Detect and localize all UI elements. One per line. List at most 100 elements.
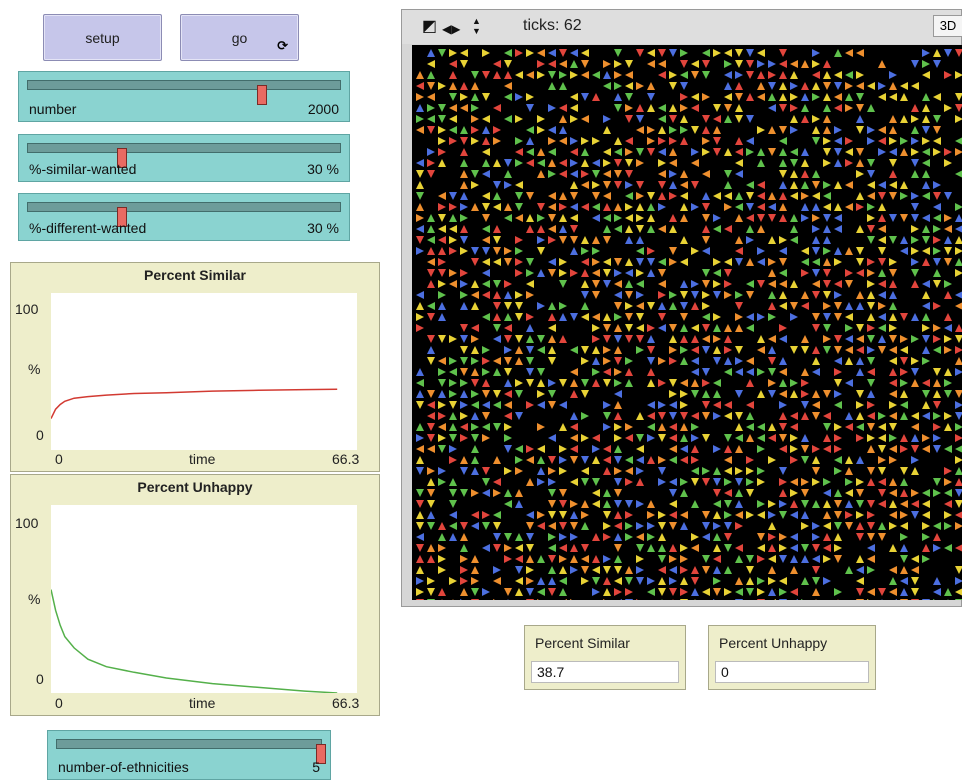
turtle bbox=[592, 445, 600, 453]
turtle bbox=[691, 412, 699, 420]
3d-button[interactable]: 3D bbox=[933, 15, 962, 37]
similar-wanted-slider[interactable]: %-similar-wanted 30 % bbox=[18, 134, 350, 182]
turtle bbox=[812, 346, 820, 354]
turtle bbox=[416, 401, 424, 409]
left-right-arrows-icon[interactable]: ◀▶ bbox=[442, 21, 460, 37]
turtle bbox=[581, 60, 589, 68]
turtle bbox=[669, 390, 677, 398]
turtle bbox=[647, 137, 655, 145]
turtle bbox=[460, 390, 468, 398]
turtle bbox=[427, 346, 435, 354]
turtle bbox=[768, 566, 776, 574]
slider-track[interactable] bbox=[27, 202, 341, 227]
turtle bbox=[823, 555, 831, 563]
turtle bbox=[713, 126, 721, 134]
turtle bbox=[757, 280, 765, 288]
turtle bbox=[548, 137, 556, 145]
turtle bbox=[889, 324, 897, 332]
turtle bbox=[944, 148, 952, 156]
turtle bbox=[614, 467, 622, 475]
turtle bbox=[790, 71, 798, 79]
turtle bbox=[724, 368, 732, 376]
turtle bbox=[427, 467, 435, 475]
turtle bbox=[900, 247, 908, 255]
turtle bbox=[680, 291, 688, 299]
turtle bbox=[680, 126, 688, 134]
turtle bbox=[438, 126, 446, 134]
turtle bbox=[757, 214, 765, 222]
up-down-arrows-icon[interactable]: ▲▼ bbox=[472, 16, 484, 36]
turtle bbox=[779, 412, 787, 420]
turtle bbox=[658, 225, 666, 233]
turtle bbox=[768, 203, 776, 211]
slider-track[interactable] bbox=[56, 739, 326, 764]
turtle bbox=[889, 93, 897, 101]
different-wanted-slider[interactable]: %-different-wanted 30 % bbox=[18, 193, 350, 241]
turtle bbox=[812, 192, 820, 200]
turtle bbox=[471, 555, 479, 563]
turtle bbox=[735, 434, 743, 442]
turtle bbox=[603, 401, 611, 409]
turtle bbox=[526, 291, 534, 299]
turtle bbox=[460, 456, 468, 464]
turtle bbox=[570, 456, 578, 464]
slider-track[interactable] bbox=[27, 80, 341, 105]
slider-track[interactable] bbox=[27, 143, 341, 168]
world-canvas[interactable] bbox=[412, 45, 962, 600]
turtle bbox=[449, 236, 457, 244]
percent-similar-plot: Percent Similar 100 % 0 0 time 66.3 bbox=[10, 262, 380, 472]
turtle bbox=[449, 500, 457, 508]
turtle bbox=[812, 478, 820, 486]
turtle bbox=[548, 126, 556, 134]
pin-toggle-icon[interactable]: ◩ bbox=[422, 19, 437, 35]
turtle bbox=[911, 82, 919, 90]
slider-handle[interactable] bbox=[257, 85, 267, 105]
turtle bbox=[647, 126, 655, 134]
turtle bbox=[922, 390, 930, 398]
turtle bbox=[834, 82, 842, 90]
turtle bbox=[790, 192, 798, 200]
turtle bbox=[933, 181, 941, 189]
turtle bbox=[812, 126, 820, 134]
turtle bbox=[702, 203, 710, 211]
turtle bbox=[768, 533, 776, 541]
turtle bbox=[570, 137, 578, 145]
setup-button[interactable]: setup bbox=[43, 14, 162, 61]
turtle bbox=[636, 148, 644, 156]
turtle bbox=[647, 500, 655, 508]
turtle bbox=[867, 126, 875, 134]
turtle bbox=[449, 225, 457, 233]
turtle bbox=[515, 137, 523, 145]
turtle bbox=[669, 489, 677, 497]
turtle bbox=[878, 247, 886, 255]
number-slider[interactable]: number 2000 bbox=[18, 71, 350, 122]
turtle bbox=[834, 335, 842, 343]
turtle bbox=[570, 478, 578, 486]
turtle bbox=[471, 258, 479, 266]
turtle bbox=[449, 49, 457, 57]
turtle bbox=[661, 599, 663, 600]
turtle bbox=[757, 511, 765, 519]
turtle bbox=[878, 478, 886, 486]
turtle bbox=[955, 148, 962, 156]
turtle bbox=[416, 434, 424, 442]
turtle bbox=[878, 137, 886, 145]
turtle bbox=[449, 71, 457, 79]
go-button[interactable]: go ⟳ bbox=[180, 14, 299, 61]
turtle bbox=[944, 423, 952, 431]
turtle bbox=[504, 357, 512, 365]
turtle bbox=[427, 588, 435, 596]
turtle bbox=[801, 214, 809, 222]
turtle bbox=[570, 434, 578, 442]
turtle bbox=[427, 511, 435, 519]
turtle bbox=[460, 357, 468, 365]
turtle bbox=[647, 225, 655, 233]
turtle bbox=[482, 390, 490, 398]
turtle bbox=[570, 104, 578, 112]
number-of-ethnicities-slider[interactable]: number-of-ethnicities 5 bbox=[47, 730, 331, 780]
turtle bbox=[867, 423, 875, 431]
turtle bbox=[592, 478, 600, 486]
turtle bbox=[669, 544, 677, 552]
turtle bbox=[548, 467, 556, 475]
turtle bbox=[625, 170, 633, 178]
